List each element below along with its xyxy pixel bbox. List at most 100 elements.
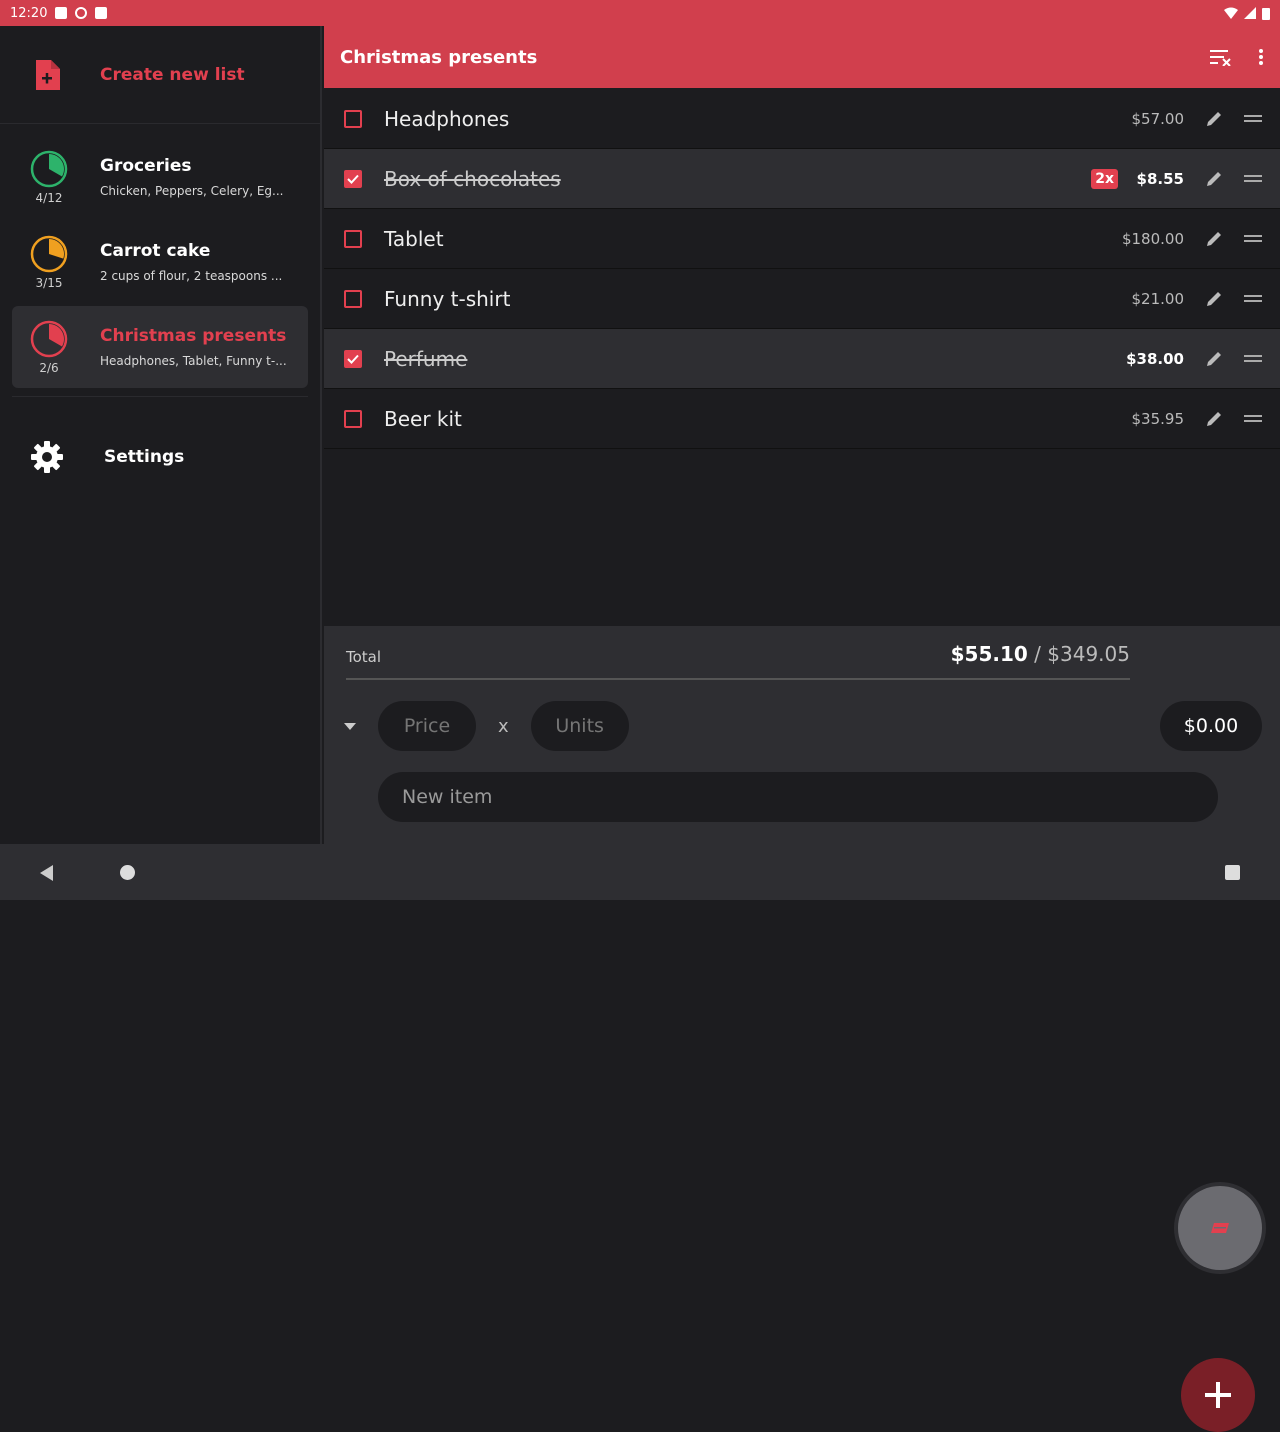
notification-icon bbox=[55, 7, 68, 19]
list-item[interactable]: Funny t-shirt $21.00 bbox=[324, 269, 1280, 329]
new-item-input[interactable]: New item bbox=[378, 772, 1218, 822]
list-entry-carrot-cake[interactable]: 3/15 Carrot cake 2 cups of flour, 2 teas… bbox=[12, 221, 308, 303]
list-item[interactable]: Headphones $57.00 bbox=[324, 89, 1280, 149]
item-price: $21.00 bbox=[1131, 289, 1185, 308]
create-new-list-label: Create new list bbox=[100, 64, 245, 85]
sync-icon bbox=[75, 7, 88, 19]
home-icon[interactable] bbox=[120, 865, 135, 880]
progress-pie-icon bbox=[30, 235, 68, 272]
pencil-icon bbox=[1207, 291, 1221, 306]
page-title: Christmas presents bbox=[340, 46, 538, 68]
edit-item-button[interactable] bbox=[1202, 170, 1226, 188]
item-name: Tablet bbox=[384, 226, 444, 251]
wifi-icon bbox=[1224, 7, 1238, 19]
item-price: $38.00 bbox=[1126, 349, 1184, 368]
item-checkbox[interactable] bbox=[344, 409, 362, 428]
price-entry-row: x $0.00 bbox=[342, 700, 1262, 752]
item-checkbox[interactable] bbox=[344, 229, 362, 248]
pencil-icon bbox=[1207, 111, 1221, 126]
edit-item-button[interactable] bbox=[1202, 110, 1226, 128]
pencil-icon bbox=[1207, 171, 1221, 186]
item-price: $8.55 bbox=[1136, 169, 1184, 188]
plus-icon bbox=[1205, 1382, 1231, 1408]
edit-item-button[interactable] bbox=[1202, 350, 1226, 368]
price-input[interactable] bbox=[378, 701, 476, 751]
quantity-badge: 2x bbox=[1091, 168, 1118, 189]
settings-label: Settings bbox=[104, 447, 185, 467]
list-progress-count: 3/15 bbox=[35, 275, 63, 290]
check-icon bbox=[347, 174, 359, 184]
back-icon[interactable] bbox=[40, 865, 53, 881]
expand-arrow-icon[interactable] bbox=[344, 722, 356, 730]
items-list: Headphones $57.00 Box of chocolates 2x $… bbox=[324, 89, 1280, 449]
drawer-divider bbox=[12, 396, 308, 397]
units-input[interactable] bbox=[530, 701, 629, 751]
drag-handle[interactable] bbox=[1244, 415, 1262, 422]
item-checkbox[interactable] bbox=[344, 349, 362, 368]
line-total: $0.00 bbox=[1160, 701, 1262, 751]
eraser-icon bbox=[1211, 1223, 1229, 1233]
list-preview: 2 cups of flour, 2 teaspoons ... bbox=[100, 269, 283, 283]
clock: 12:20 bbox=[10, 5, 48, 21]
signal-icon bbox=[1244, 7, 1256, 19]
item-price: $180.00 bbox=[1121, 229, 1184, 248]
pencil-icon bbox=[1207, 351, 1221, 366]
drag-handle[interactable] bbox=[1244, 295, 1262, 302]
clear-input-button[interactable] bbox=[1178, 1186, 1262, 1270]
list-progress-count: 4/12 bbox=[35, 190, 63, 205]
drag-handle[interactable] bbox=[1244, 235, 1262, 242]
battery-icon bbox=[1262, 7, 1270, 20]
item-checkbox[interactable] bbox=[344, 109, 362, 128]
app-toolbar: Christmas presents bbox=[324, 26, 1280, 88]
list-progress-count: 2/6 bbox=[39, 360, 59, 375]
total-row: Total $55.10 / $349.05 bbox=[346, 642, 1130, 680]
list-item[interactable]: Perfume $38.00 bbox=[324, 329, 1280, 389]
progress-pie-icon bbox=[30, 320, 68, 357]
total-label: Total bbox=[346, 648, 382, 666]
list-title: Carrot cake bbox=[100, 241, 211, 261]
item-checkbox[interactable] bbox=[344, 289, 362, 308]
item-name: Headphones bbox=[384, 106, 510, 131]
list-title: Christmas presents bbox=[100, 326, 287, 346]
status-bar: 12:20 bbox=[0, 0, 1280, 26]
sd-card-icon bbox=[95, 7, 108, 19]
list-entry-groceries[interactable]: 4/12 Groceries Chicken, Peppers, Celery,… bbox=[12, 136, 308, 218]
create-new-list-button[interactable]: Create new list bbox=[0, 26, 320, 124]
list-entry-christmas-presents[interactable]: 2/6 Christmas presents Headphones, Table… bbox=[12, 306, 308, 388]
item-name: Funny t-shirt bbox=[384, 286, 511, 311]
list-preview: Chicken, Peppers, Celery, Eg... bbox=[100, 184, 284, 198]
new-item-placeholder: New item bbox=[402, 786, 493, 808]
total-checked-amount: $55.10 bbox=[950, 642, 1028, 666]
settings-button[interactable]: Settings bbox=[0, 409, 320, 505]
multiply-sign: x bbox=[498, 715, 509, 737]
item-name: Perfume bbox=[384, 346, 468, 371]
more-options-icon[interactable] bbox=[1258, 48, 1264, 66]
total-all-amount: $349.05 bbox=[1047, 642, 1130, 666]
list-preview: Headphones, Tablet, Funny t-... bbox=[100, 354, 287, 368]
list-item[interactable]: Tablet $180.00 bbox=[324, 209, 1280, 269]
total-value: $55.10 / $349.05 bbox=[951, 642, 1130, 666]
lists-container: 4/12 Groceries Chicken, Peppers, Celery,… bbox=[0, 124, 320, 409]
drag-handle[interactable] bbox=[1244, 355, 1262, 362]
item-price: $57.00 bbox=[1131, 109, 1185, 128]
edit-item-button[interactable] bbox=[1202, 290, 1226, 308]
edit-item-button[interactable] bbox=[1202, 230, 1226, 248]
pencil-icon bbox=[1207, 231, 1221, 246]
list-detail-pane: Christmas presents Headphones $57.00 Box… bbox=[324, 26, 1280, 1432]
list-title: Groceries bbox=[100, 156, 192, 176]
recent-apps-icon[interactable] bbox=[1225, 865, 1240, 880]
item-price: $35.95 bbox=[1131, 409, 1185, 428]
edit-item-button[interactable] bbox=[1202, 410, 1226, 428]
drag-handle[interactable] bbox=[1244, 115, 1262, 122]
item-checkbox[interactable] bbox=[344, 169, 362, 188]
navigation-drawer: Create new list 4/12 Groceries Chicken, … bbox=[0, 26, 322, 844]
system-navigation-bar bbox=[0, 844, 1280, 900]
add-item-button[interactable] bbox=[1181, 1358, 1255, 1432]
item-name: Beer kit bbox=[384, 406, 462, 431]
list-item[interactable]: Box of chocolates 2x $8.55 bbox=[324, 149, 1280, 209]
list-item[interactable]: Beer kit $35.95 bbox=[324, 389, 1280, 449]
check-icon bbox=[347, 354, 359, 364]
drag-handle[interactable] bbox=[1244, 175, 1262, 182]
new-list-icon bbox=[36, 59, 60, 90]
clear-checked-icon[interactable] bbox=[1210, 48, 1232, 66]
